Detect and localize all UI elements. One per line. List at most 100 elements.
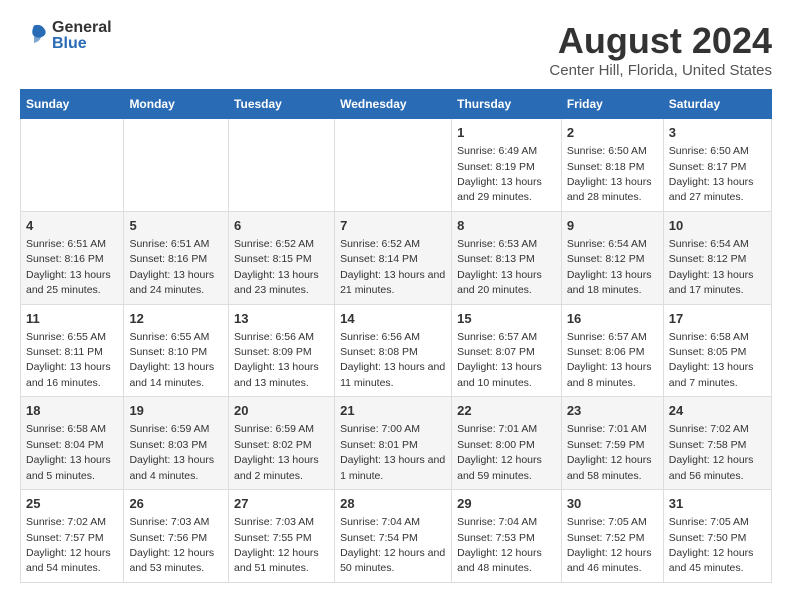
day-number: 22	[457, 402, 556, 420]
cell-w1-d6: 2Sunrise: 6:50 AMSunset: 8:18 PMDaylight…	[561, 119, 663, 212]
cell-w3-d1: 11Sunrise: 6:55 AMSunset: 8:11 PMDayligh…	[21, 304, 124, 397]
cell-info: Sunrise: 6:51 AMSunset: 8:16 PMDaylight:…	[129, 238, 214, 296]
day-number: 30	[567, 495, 658, 513]
day-number: 31	[669, 495, 766, 513]
cell-w4-d1: 18Sunrise: 6:58 AMSunset: 8:04 PMDayligh…	[21, 397, 124, 490]
day-number: 25	[26, 495, 118, 513]
cell-w2-d4: 7 Sunrise: 6:52 AMSunset: 8:14 PMDaylight…	[335, 211, 452, 304]
cell-info: Sunrise: 6:50 AMSunset: 8:18 PMDaylight:…	[567, 145, 652, 203]
header-row: Sunday Monday Tuesday Wednesday Thursday…	[21, 90, 772, 119]
cell-w5-d3: 27 Sunrise: 7:03 AMSunset: 7:55 PMDayligh…	[229, 490, 335, 583]
day-number: 19	[129, 402, 223, 420]
cell-info: Sunrise: 7:02 AMSunset: 7:57 PMDaylight:…	[26, 516, 111, 574]
day-number: 1	[457, 124, 556, 142]
day-number: 17	[669, 310, 766, 328]
col-friday: Friday	[561, 90, 663, 119]
day-number: 23	[567, 402, 658, 420]
col-wednesday: Wednesday	[335, 90, 452, 119]
day-number: 12	[129, 310, 223, 328]
cell-w2-d1: 4 Sunrise: 6:51 AMSunset: 8:16 PMDaylight…	[21, 211, 124, 304]
cell-w4-d4: 21 Sunrise: 7:00 AMSunset: 8:01 PMDayligh…	[335, 397, 452, 490]
week-row-5: 25 Sunrise: 7:02 AMSunset: 7:57 PMDayligh…	[21, 490, 772, 583]
day-number: 15	[457, 310, 556, 328]
cell-w5-d4: 28 Sunrise: 7:04 AMSunset: 7:54 PMDayligh…	[335, 490, 452, 583]
cell-w3-d5: 15 Sunrise: 6:57 AMSunset: 8:07 PMDayligh…	[452, 304, 562, 397]
cell-info: Sunrise: 7:03 AMSunset: 7:56 PMDaylight:…	[129, 516, 214, 574]
cell-w2-d5: 8 Sunrise: 6:53 AMSunset: 8:13 PMDaylight…	[452, 211, 562, 304]
cell-w5-d7: 31 Sunrise: 7:05 AMSunset: 7:50 PMDayligh…	[663, 490, 771, 583]
cell-w2-d6: 9 Sunrise: 6:54 AMSunset: 8:12 PMDaylight…	[561, 211, 663, 304]
cell-w1-d3	[229, 119, 335, 212]
logo-blue: Blue	[52, 36, 112, 52]
cell-w4-d5: 22 Sunrise: 7:01 AMSunset: 8:00 PMDayligh…	[452, 397, 562, 490]
cell-w5-d2: 26 Sunrise: 7:03 AMSunset: 7:56 PMDayligh…	[124, 490, 229, 583]
cell-info: Sunrise: 6:52 AMSunset: 8:14 PMDaylight:…	[340, 238, 445, 296]
cell-w1-d4	[335, 119, 452, 212]
cell-info: Sunrise: 6:51 AMSunset: 8:16 PMDaylight:…	[26, 238, 111, 296]
cell-info: Sunrise: 7:05 AMSunset: 7:50 PMDaylight:…	[669, 516, 754, 574]
cell-info: Sunrise: 7:03 AMSunset: 7:55 PMDaylight:…	[234, 516, 319, 574]
day-number: 26	[129, 495, 223, 513]
day-number: 28	[340, 495, 446, 513]
title-area: August 2024 Center Hill, Florida, United…	[549, 20, 772, 79]
cell-w4-d3: 20Sunrise: 6:59 AMSunset: 8:02 PMDayligh…	[229, 397, 335, 490]
day-number: 8	[457, 217, 556, 235]
cell-w2-d3: 6Sunrise: 6:52 AMSunset: 8:15 PMDaylight…	[229, 211, 335, 304]
cell-info: Sunrise: 7:04 AMSunset: 7:54 PMDaylight:…	[340, 516, 445, 574]
logo-icon	[20, 22, 48, 50]
cell-w5-d6: 30Sunrise: 7:05 AMSunset: 7:52 PMDayligh…	[561, 490, 663, 583]
cell-w3-d2: 12 Sunrise: 6:55 AMSunset: 8:10 PMDayligh…	[124, 304, 229, 397]
cell-info: Sunrise: 6:54 AMSunset: 8:12 PMDaylight:…	[567, 238, 652, 296]
cell-info: Sunrise: 6:55 AMSunset: 8:10 PMDaylight:…	[129, 331, 214, 389]
day-number: 10	[669, 217, 766, 235]
col-tuesday: Tuesday	[229, 90, 335, 119]
cell-w3-d3: 13Sunrise: 6:56 AMSunset: 8:09 PMDayligh…	[229, 304, 335, 397]
week-row-1: 1 Sunrise: 6:49 AMSunset: 8:19 PMDaylight…	[21, 119, 772, 212]
cell-w1-d1	[21, 119, 124, 212]
day-number: 18	[26, 402, 118, 420]
day-number: 24	[669, 402, 766, 420]
cell-info: Sunrise: 7:01 AMSunset: 8:00 PMDaylight:…	[457, 423, 542, 481]
week-row-2: 4 Sunrise: 6:51 AMSunset: 8:16 PMDaylight…	[21, 211, 772, 304]
cell-w4-d7: 24 Sunrise: 7:02 AMSunset: 7:58 PMDayligh…	[663, 397, 771, 490]
main-title: August 2024	[549, 20, 772, 62]
cell-info: Sunrise: 6:56 AMSunset: 8:09 PMDaylight:…	[234, 331, 319, 389]
day-number: 5	[129, 217, 223, 235]
day-number: 6	[234, 217, 329, 235]
cell-info: Sunrise: 7:00 AMSunset: 8:01 PMDaylight:…	[340, 423, 445, 481]
cell-info: Sunrise: 7:04 AMSunset: 7:53 PMDaylight:…	[457, 516, 542, 574]
col-sunday: Sunday	[21, 90, 124, 119]
cell-w1-d2	[124, 119, 229, 212]
cell-w1-d7: 3 Sunrise: 6:50 AMSunset: 8:17 PMDaylight…	[663, 119, 771, 212]
cell-info: Sunrise: 7:01 AMSunset: 7:59 PMDaylight:…	[567, 423, 652, 481]
day-number: 27	[234, 495, 329, 513]
col-saturday: Saturday	[663, 90, 771, 119]
day-number: 16	[567, 310, 658, 328]
cell-w4-d2: 19 Sunrise: 6:59 AMSunset: 8:03 PMDayligh…	[124, 397, 229, 490]
calendar-table: Sunday Monday Tuesday Wednesday Thursday…	[20, 89, 772, 583]
day-number: 29	[457, 495, 556, 513]
day-number: 11	[26, 310, 118, 328]
cell-info: Sunrise: 6:59 AMSunset: 8:03 PMDaylight:…	[129, 423, 214, 481]
cell-w2-d2: 5 Sunrise: 6:51 AMSunset: 8:16 PMDaylight…	[124, 211, 229, 304]
day-number: 7	[340, 217, 446, 235]
cell-w5-d1: 25 Sunrise: 7:02 AMSunset: 7:57 PMDayligh…	[21, 490, 124, 583]
cell-w2-d7: 10 Sunrise: 6:54 AMSunset: 8:12 PMDayligh…	[663, 211, 771, 304]
day-number: 3	[669, 124, 766, 142]
cell-info: Sunrise: 6:50 AMSunset: 8:17 PMDaylight:…	[669, 145, 754, 203]
cell-info: Sunrise: 6:57 AMSunset: 8:07 PMDaylight:…	[457, 331, 542, 389]
cell-info: Sunrise: 6:53 AMSunset: 8:13 PMDaylight:…	[457, 238, 542, 296]
cell-info: Sunrise: 6:56 AMSunset: 8:08 PMDaylight:…	[340, 331, 445, 389]
day-number: 9	[567, 217, 658, 235]
cell-info: Sunrise: 7:02 AMSunset: 7:58 PMDaylight:…	[669, 423, 754, 481]
day-number: 20	[234, 402, 329, 420]
day-number: 21	[340, 402, 446, 420]
day-number: 4	[26, 217, 118, 235]
calendar-body: 1 Sunrise: 6:49 AMSunset: 8:19 PMDaylight…	[21, 119, 772, 583]
cell-info: Sunrise: 6:49 AMSunset: 8:19 PMDaylight:…	[457, 145, 542, 203]
cell-w1-d5: 1 Sunrise: 6:49 AMSunset: 8:19 PMDaylight…	[452, 119, 562, 212]
calendar-header: Sunday Monday Tuesday Wednesday Thursday…	[21, 90, 772, 119]
cell-info: Sunrise: 6:54 AMSunset: 8:12 PMDaylight:…	[669, 238, 754, 296]
logo-text: General Blue	[52, 20, 112, 52]
cell-w3-d7: 17Sunrise: 6:58 AMSunset: 8:05 PMDayligh…	[663, 304, 771, 397]
